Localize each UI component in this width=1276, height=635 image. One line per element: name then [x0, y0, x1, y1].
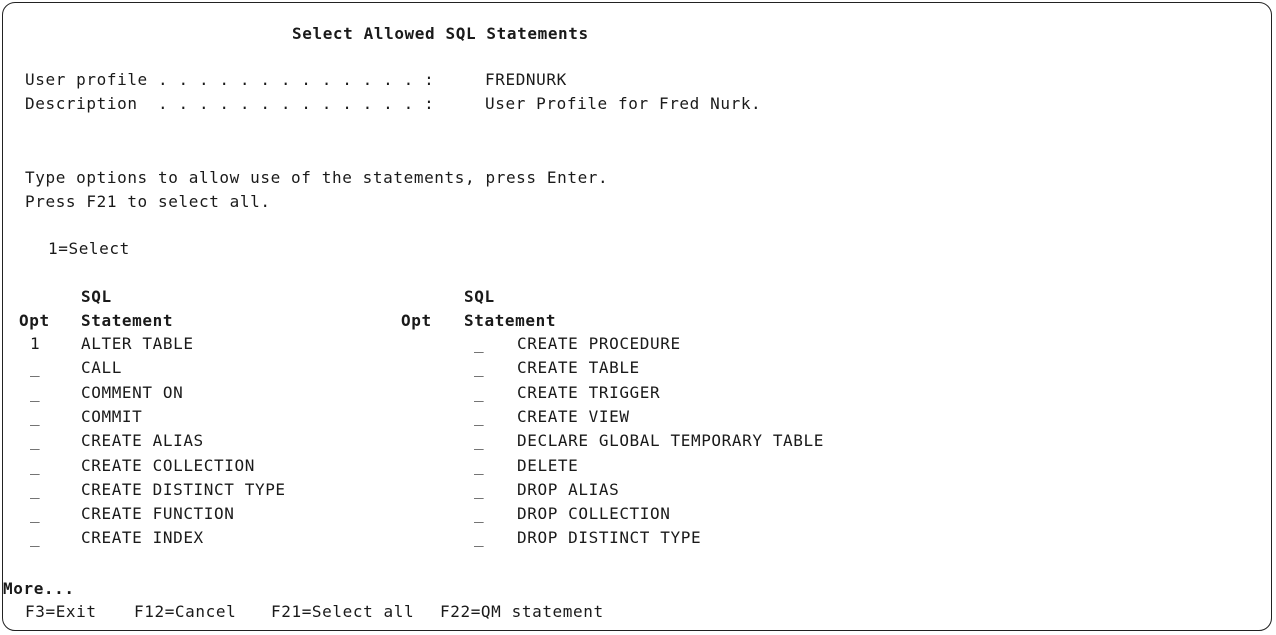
left-row-statement-label: COMMENT ON [81, 382, 184, 402]
right-row-opt-input[interactable]: _ [474, 359, 484, 377]
right-row-statement-label: DROP COLLECTION [517, 504, 671, 524]
description-value: User Profile for Fred Nurk. [485, 94, 762, 113]
left-row-statement-label: CREATE INDEX [81, 528, 204, 548]
left-row-statement-label: CREATE FUNCTION [81, 504, 235, 524]
right-header-opt: Opt [401, 311, 432, 330]
left-row-opt-input[interactable]: _ [30, 529, 40, 547]
right-row-statement-label: CREATE TABLE [517, 358, 640, 378]
user-profile-label: User profile . . . . . . . . . . . . . : [25, 70, 435, 89]
left-row-opt-input[interactable]: 1 [30, 335, 40, 353]
right-row-opt-input[interactable]: _ [474, 432, 484, 450]
left-row-statement-label: CREATE COLLECTION [81, 455, 255, 475]
right-row-opt-input[interactable]: _ [474, 335, 484, 353]
user-profile-value: FREDNURK [485, 70, 567, 89]
left-row-statement-label: COMMIT [81, 406, 143, 426]
description-label: Description . . . . . . . . . . . . . : [25, 94, 435, 113]
left-row-statement-label: CREATE ALIAS [81, 431, 204, 451]
right-row-opt-input[interactable]: _ [474, 480, 484, 499]
screen-title: Select Allowed SQL Statements [292, 24, 589, 43]
right-header-sql: SQL [464, 287, 495, 306]
right-row-statement-label: DROP DISTINCT TYPE [517, 528, 702, 548]
right-row-statement-label: CREATE TRIGGER [517, 382, 661, 402]
right-row-statement-label: DELETE [517, 455, 579, 475]
left-row-statement-label: CALL [81, 358, 122, 378]
right-row-statement-label: DECLARE GLOBAL TEMPORARY TABLE [517, 431, 824, 451]
option-legend: 1=Select [48, 239, 130, 258]
left-row-opt-input[interactable]: _ [30, 505, 40, 523]
right-row-statement-label: CREATE PROCEDURE [517, 334, 681, 353]
right-row-opt-input[interactable]: _ [474, 529, 484, 547]
right-row-opt-input[interactable]: _ [474, 456, 484, 475]
right-row-statement-label: CREATE VIEW [517, 406, 630, 426]
right-row-statement-label: DROP ALIAS [517, 479, 620, 499]
left-row-opt-input[interactable]: _ [30, 359, 40, 377]
right-row-opt-input[interactable]: _ [474, 383, 484, 402]
left-header-opt: Opt [19, 311, 50, 330]
more-indicator: More... [3, 579, 75, 598]
right-row-opt-input[interactable]: _ [474, 407, 484, 426]
left-row-opt-input[interactable]: _ [30, 407, 40, 426]
left-header-sql: SQL [81, 287, 112, 306]
left-row-opt-input[interactable]: _ [30, 456, 40, 475]
left-row-statement-label: ALTER TABLE [81, 334, 194, 353]
f3-exit-key[interactable]: F3=Exit [25, 603, 97, 621]
instructions-line-2: Press F21 to select all. [25, 192, 271, 211]
left-row-opt-input[interactable]: _ [30, 383, 40, 402]
right-header-statement: Statement [464, 311, 557, 330]
f22-qm-statement-key[interactable]: F22=QM statement [440, 603, 604, 621]
left-row-opt-input[interactable]: _ [30, 480, 40, 499]
left-row-statement-label: CREATE DISTINCT TYPE [81, 479, 286, 499]
f12-cancel-key[interactable]: F12=Cancel [134, 603, 236, 621]
right-row-opt-input[interactable]: _ [474, 505, 484, 523]
left-row-opt-input[interactable]: _ [30, 432, 40, 450]
left-header-statement: Statement [81, 311, 174, 330]
instructions-line-1: Type options to allow use of the stateme… [25, 168, 609, 187]
f21-select-all-key[interactable]: F21=Select all [271, 603, 414, 621]
